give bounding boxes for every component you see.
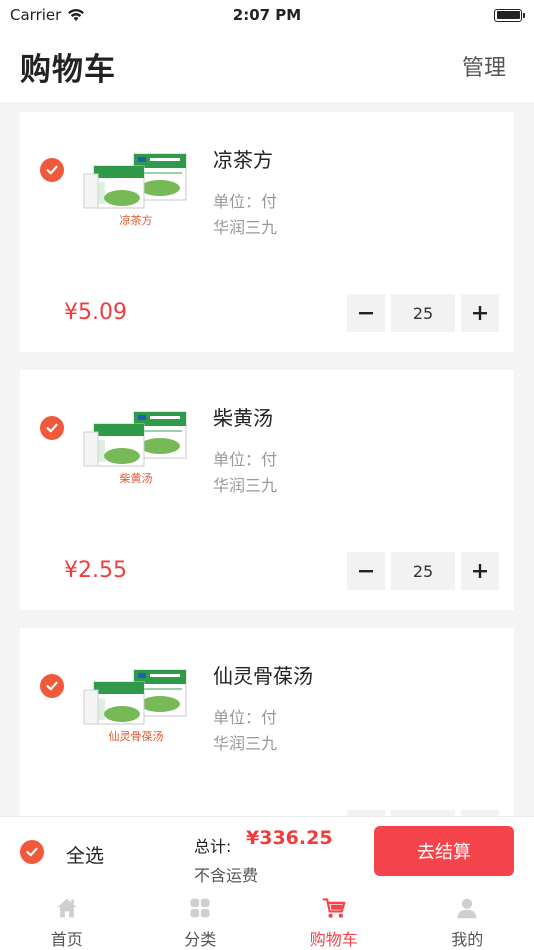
status-left: Carrier xyxy=(10,6,85,24)
product-manufacturer: 华润三九 xyxy=(213,218,278,237)
checkmark-icon xyxy=(46,681,58,691)
product-price: ¥5.09 xyxy=(64,300,127,325)
product-manufacturer: 华润三九 xyxy=(213,734,278,753)
checkmark-icon xyxy=(26,847,38,857)
increase-button[interactable] xyxy=(461,552,499,590)
product-name[interactable]: 仙灵骨葆汤 xyxy=(213,660,313,689)
cart-list[interactable]: 凉茶方 凉茶方 单位：付 华润三九 ¥5.09 25 柴黄汤 柴黄汤 单位：付 … xyxy=(0,102,534,816)
checkmark-icon xyxy=(46,423,58,433)
tab-label: 我的 xyxy=(451,930,484,949)
checkout-button[interactable]: 去结算 xyxy=(374,826,514,876)
tab-category[interactable]: 分类 xyxy=(134,886,268,950)
product-image-caption: 凉茶方 xyxy=(119,214,153,227)
tab-label: 购物车 xyxy=(309,930,358,949)
quantity-stepper: 25 xyxy=(347,294,499,332)
home-icon xyxy=(57,898,77,918)
product-image-caption: 柴黄汤 xyxy=(119,472,153,485)
increase-button[interactable] xyxy=(461,294,499,332)
page-title: 购物车 xyxy=(20,51,116,88)
shopping-cart-screen: Carrier 2:07 PM 购物车 管理 凉茶方 凉茶方 单位：付 华润三九… xyxy=(0,0,534,950)
product-image-caption: 仙灵骨葆汤 xyxy=(108,730,164,743)
minus-icon xyxy=(359,570,373,573)
quantity-field[interactable]: 25 xyxy=(391,294,455,332)
minus-icon xyxy=(359,312,373,315)
product-unit: 单位：付 xyxy=(213,708,278,727)
item-checkbox[interactable] xyxy=(40,158,64,182)
total-amount: ¥336.25 xyxy=(246,827,333,849)
cart-item: 柴黄汤 柴黄汤 单位：付 华润三九 ¥2.55 25 xyxy=(20,370,514,610)
status-bar: Carrier 2:07 PM xyxy=(0,0,534,30)
tab-home[interactable]: 首页 xyxy=(0,886,134,950)
product-unit: 单位：付 xyxy=(213,192,278,211)
shipping-note: 不含运费 xyxy=(194,866,259,885)
battery-icon xyxy=(494,8,525,22)
tab-label: 首页 xyxy=(50,930,83,949)
tab-cart[interactable]: 购物车 xyxy=(267,886,401,950)
product-manufacturer: 华润三九 xyxy=(213,476,278,495)
item-checkbox[interactable] xyxy=(40,674,64,698)
product-name[interactable]: 柴黄汤 xyxy=(213,402,273,431)
quantity-stepper: 25 xyxy=(347,552,499,590)
decrease-button[interactable] xyxy=(347,552,385,590)
select-all-checkbox[interactable] xyxy=(20,840,44,864)
carrier-label: Carrier xyxy=(10,6,62,24)
tab-bar: 首页 分类 购物车 我的 xyxy=(0,886,534,950)
cart-item: 仙灵骨葆汤 仙灵骨葆汤 单位：付 华润三九 xyxy=(20,628,514,816)
product-price: ¥2.55 xyxy=(64,558,127,583)
category-grid-icon xyxy=(190,898,210,918)
checkout-bar: 全选 总计: ¥336.25 不含运费 去结算 xyxy=(0,816,534,886)
nav-bar: 购物车 管理 xyxy=(0,30,534,102)
plus-icon xyxy=(473,306,487,320)
cart-item: 凉茶方 凉茶方 单位：付 华润三九 ¥5.09 25 xyxy=(20,112,514,352)
checkmark-icon xyxy=(46,165,58,175)
plus-icon xyxy=(473,564,487,578)
wifi-icon xyxy=(68,9,85,21)
user-icon xyxy=(457,898,477,919)
product-name[interactable]: 凉茶方 xyxy=(213,144,273,173)
item-checkbox[interactable] xyxy=(40,416,64,440)
tab-label: 分类 xyxy=(184,930,217,949)
manage-button[interactable]: 管理 xyxy=(462,50,506,82)
tab-profile[interactable]: 我的 xyxy=(401,886,534,950)
quantity-field[interactable]: 25 xyxy=(391,552,455,590)
select-all-label[interactable]: 全选 xyxy=(66,841,104,868)
total-label: 总计: xyxy=(194,837,232,856)
decrease-button[interactable] xyxy=(347,294,385,332)
product-unit: 单位：付 xyxy=(213,450,278,469)
cart-icon xyxy=(322,898,346,918)
